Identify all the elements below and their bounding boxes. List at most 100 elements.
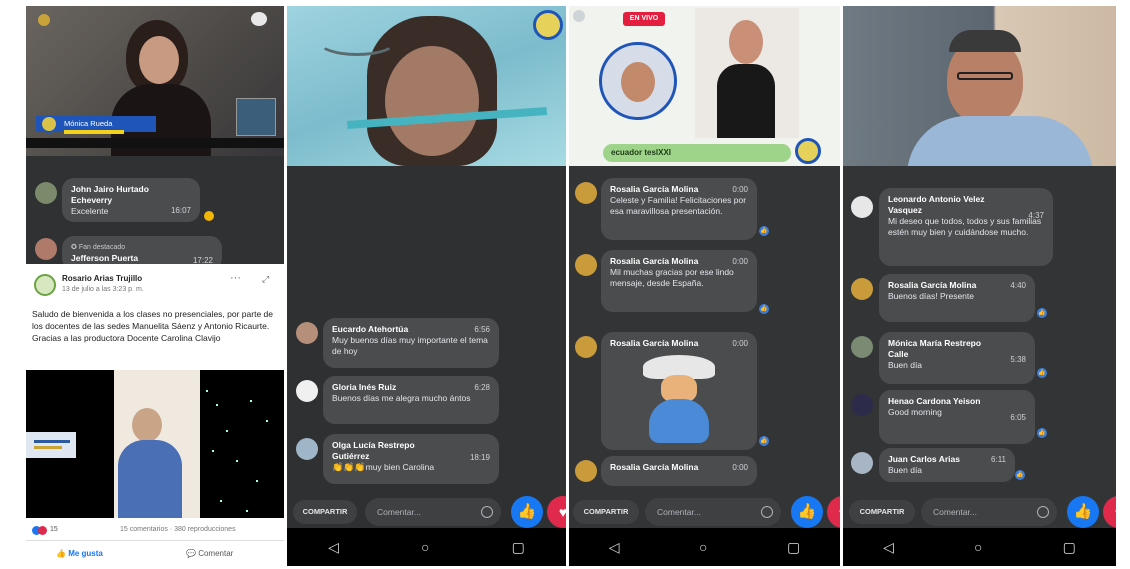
avatar[interactable] (35, 238, 57, 260)
love-reaction-icon (38, 526, 47, 535)
avatar[interactable] (575, 254, 597, 276)
comment-bubble[interactable]: Henao Cardona Yeison 6:05 Good morning (879, 390, 1035, 444)
title-line (34, 440, 70, 443)
back-triangle-icon[interactable]: ◁ (328, 539, 339, 556)
comment-text: Buen día (888, 360, 923, 370)
comment-bubble[interactable]: Rosalia García Molina 0:00 Celeste y Fam… (601, 178, 757, 240)
post-date[interactable]: 13 de julio a las 3:23 p. m. (62, 286, 144, 293)
reaction-count[interactable]: 15 (50, 526, 58, 533)
flag-stripe (64, 130, 124, 134)
comment-author[interactable]: Rosalia García Molina (610, 184, 748, 195)
glasses (957, 72, 1013, 80)
avatar[interactable] (851, 196, 873, 218)
avatar[interactable] (851, 336, 873, 358)
avatar[interactable] (35, 182, 57, 204)
comment-input[interactable]: Comentar... (365, 498, 501, 526)
like-reaction-icon: 👍 (759, 304, 769, 314)
page-avatar[interactable] (34, 274, 56, 296)
recents-square-icon[interactable]: ▢ (1063, 539, 1076, 556)
thumbs-up-icon[interactable]: 👍 (511, 496, 543, 528)
decor-icon (573, 10, 585, 22)
page-name[interactable]: Rosario Arias Trujillo (62, 274, 142, 283)
comment-author[interactable]: Henao Cardona Yeison (888, 396, 988, 407)
back-triangle-icon[interactable]: ◁ (609, 539, 620, 556)
post-video[interactable] (26, 370, 284, 518)
home-circle-icon[interactable]: ○ (974, 539, 982, 555)
smiley-reaction-icon (204, 211, 214, 221)
comment-author[interactable]: Rosalia García Molina (888, 280, 1026, 291)
comment-bubble[interactable]: Juan Carlos Arias 6:11 Buen día (879, 448, 1015, 482)
guest-body (717, 64, 775, 138)
comment-author[interactable]: John Jairo Hurtado Echeverry (71, 184, 191, 206)
post-stats[interactable]: 15 comentarios · 380 reproducciones (120, 526, 236, 533)
video-frame-teacher[interactable]: Mónica Rueda (26, 6, 284, 156)
comment-text: muy bien Carolina (365, 462, 435, 472)
smiley-icon[interactable] (481, 506, 493, 518)
comment-author[interactable]: Mónica María Restrepo Calle (888, 338, 988, 360)
avatar[interactable] (296, 438, 318, 460)
avatar[interactable] (851, 278, 873, 300)
comment-bubble[interactable]: Mónica María Restrepo Calle 5:38 Buen dí… (879, 332, 1035, 384)
clap-emoji: 👏👏👏 (332, 462, 366, 472)
share-button[interactable]: COMPARTIR (849, 500, 915, 524)
comment-input[interactable]: Comentar... (921, 498, 1057, 526)
avatar[interactable] (296, 380, 318, 402)
comment-bubble[interactable]: Rosalia García Molina 0:00 (601, 456, 757, 486)
share-button[interactable]: COMPARTIR (293, 500, 357, 524)
smiley-icon[interactable] (1037, 506, 1049, 518)
comment-author[interactable]: Rosalia García Molina (610, 462, 748, 473)
comment-bubble[interactable]: Gloria Inés Ruiz 6:28 Buenos días me ale… (323, 376, 499, 424)
comment-author[interactable]: Gloria Inés Ruiz (332, 382, 490, 393)
avatar[interactable] (575, 460, 597, 482)
heart-icon[interactable]: ♥ (1103, 496, 1116, 528)
avatar[interactable] (296, 322, 318, 344)
thumbs-up-icon[interactable]: 👍 (1067, 496, 1099, 528)
face (385, 46, 479, 156)
avatar[interactable] (851, 394, 873, 416)
comment-author[interactable]: Jefferson Puerta (71, 253, 213, 264)
comment-author[interactable]: Leonardo Antonio Velez Vasquez (888, 194, 1008, 216)
comment-bubble[interactable]: Rosalia García Molina 0:00 Mil muchas gr… (601, 250, 757, 312)
comment-author[interactable]: Rosalia García Molina (610, 256, 748, 267)
more-options-icon[interactable]: ··· (230, 272, 241, 284)
home-circle-icon[interactable]: ○ (421, 539, 429, 555)
post-card: Rosario Arias Trujillo 13 de julio a las… (26, 264, 284, 566)
comment-author[interactable]: Juan Carlos Arias (888, 454, 1006, 465)
like-reaction-icon: 👍 (759, 436, 769, 446)
comment-author[interactable]: Rosalia García Molina (610, 338, 748, 349)
avatar[interactable] (575, 182, 597, 204)
comment-bubble[interactable]: Rosalia García Molina 0:00 (601, 332, 757, 450)
comment-text: Muy buenos días muy importante el tema d… (332, 335, 488, 356)
comment-bubble[interactable]: John Jairo Hurtado Echeverry Excelente 1… (62, 178, 200, 222)
comment-button[interactable]: 💬 Comentar (186, 549, 233, 558)
share-button[interactable]: COMPARTIR (573, 500, 639, 524)
sticker-character (639, 355, 719, 443)
avatar[interactable] (575, 336, 597, 358)
comment-input[interactable]: Comentar... (645, 498, 781, 526)
heart-icon[interactable]: ♥ (547, 496, 566, 528)
comment-time: 6:28 (474, 383, 490, 392)
recents-square-icon[interactable]: ▢ (512, 539, 525, 556)
comment-text: Buen día (888, 465, 923, 475)
recents-square-icon[interactable]: ▢ (787, 539, 800, 556)
comment-bubble[interactable]: Olga Lucía Restrepo Gutiérrez 18:19 👏👏👏m… (323, 434, 499, 484)
comment-author[interactable]: Eucardo Atehortúa (332, 324, 490, 335)
reactions-summary[interactable] (32, 526, 47, 535)
avatar[interactable] (851, 452, 873, 474)
heart-icon[interactable]: ♥ (827, 496, 840, 528)
back-triangle-icon[interactable]: ◁ (883, 539, 894, 556)
like-button[interactable]: 👍 Me gusta (56, 549, 103, 558)
expand-icon[interactable]: ⤢ (262, 274, 269, 285)
smiley-icon[interactable] (761, 506, 773, 518)
video-frame-man[interactable] (843, 6, 1116, 166)
comment-bubble[interactable]: Eucardo Atehortúa 6:56 Muy buenos días m… (323, 318, 499, 368)
video-frame-face[interactable] (287, 6, 566, 166)
school-logo-icon (795, 138, 821, 164)
thumbs-up-icon[interactable]: 👍 (791, 496, 823, 528)
comment-bubble[interactable]: Rosalia García Molina 4:40 Buenos días! … (879, 274, 1035, 322)
comment-bubble[interactable]: Leonardo Antonio Velez Vasquez 4:37 Mi d… (879, 188, 1053, 266)
home-circle-icon[interactable]: ○ (699, 539, 707, 555)
video-frame-split[interactable]: EN VIVO ecuador teslXXI (569, 6, 840, 166)
pip-video[interactable] (236, 98, 276, 136)
comment-author[interactable]: Olga Lucía Restrepo Gutiérrez (332, 440, 442, 462)
